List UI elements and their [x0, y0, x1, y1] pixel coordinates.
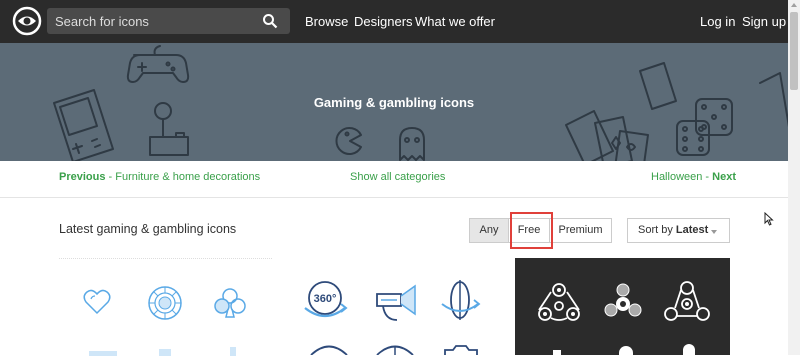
icon-set-card[interactable] — [515, 258, 730, 355]
vr-headset-icon[interactable] — [371, 280, 419, 322]
joystick-illustration-icon — [149, 102, 189, 156]
partial-icon — [376, 345, 414, 355]
ghost-illustration-icon — [399, 127, 425, 161]
nav-what-we-offer-link[interactable]: What we offer — [415, 14, 495, 29]
360-degree-icon[interactable]: 360° — [301, 278, 349, 322]
icon-set-card[interactable]: 360° — [287, 258, 500, 355]
fidget-spinner-icon[interactable] — [603, 282, 643, 322]
next-category-link[interactable]: Halloween - Next — [651, 171, 736, 183]
section-title: Latest gaming & gambling icons — [59, 222, 237, 236]
filter-premium-button[interactable]: Premium — [549, 218, 612, 243]
scroll-up-arrow-icon[interactable] — [791, 3, 797, 7]
poker-chip-icon[interactable] — [147, 285, 183, 321]
free-filter-highlight — [510, 212, 553, 249]
club-icon[interactable] — [213, 287, 247, 319]
partial-icon — [310, 345, 348, 355]
pacman-illustration-icon — [335, 127, 362, 155]
gamepad-illustration-icon — [126, 45, 190, 83]
signup-link[interactable]: Sign up — [742, 14, 786, 29]
fidget-spinner-icon[interactable] — [663, 280, 711, 324]
page-title: Gaming & gambling icons — [313, 95, 475, 110]
nav-designers-link[interactable]: Designers — [354, 14, 413, 29]
sort-value-label: Latest — [675, 224, 709, 236]
rotate-sphere-icon[interactable] — [439, 278, 481, 324]
category-navigation: Previous - Furniture & home decorations … — [0, 161, 788, 198]
search-input[interactable]: Search for icons — [55, 14, 149, 29]
partial-icon — [444, 345, 478, 355]
search-box[interactable]: Search for icons — [47, 8, 290, 34]
login-link[interactable]: Log in — [700, 14, 735, 29]
playing-cards-illustration-icon — [565, 62, 677, 161]
filter-any-button[interactable]: Any — [469, 218, 509, 243]
partial-icon — [683, 344, 695, 355]
previous-category-link[interactable]: Previous - Furniture & home decorations — [59, 171, 260, 183]
page-scrollbar[interactable] — [788, 0, 800, 355]
heart-icon[interactable] — [83, 287, 111, 317]
mouse-cursor-icon — [764, 212, 774, 226]
fidget-spinner-icon[interactable] — [535, 280, 583, 324]
category-banner: Gaming & gambling icons — [0, 43, 788, 161]
icon-set-card[interactable] — [59, 258, 272, 356]
show-all-categories-link[interactable]: Show all categories — [350, 171, 445, 183]
chevron-down-icon — [711, 230, 717, 234]
partial-icon — [553, 350, 561, 355]
sort-dropdown[interactable]: Sort by Latest — [627, 218, 730, 243]
scrollbar-thumb[interactable] — [790, 12, 798, 90]
sort-prefix-label: Sort by — [638, 224, 676, 236]
partial-icon — [619, 346, 633, 355]
iconfinder-logo-icon[interactable] — [12, 6, 42, 36]
svg-text:360°: 360° — [314, 293, 337, 305]
nav-browse-link[interactable]: Browse — [305, 14, 348, 29]
top-navigation-bar: Search for icons Browse Designers What w… — [0, 0, 788, 43]
partial-icon — [89, 351, 117, 356]
search-icon[interactable] — [262, 13, 278, 29]
